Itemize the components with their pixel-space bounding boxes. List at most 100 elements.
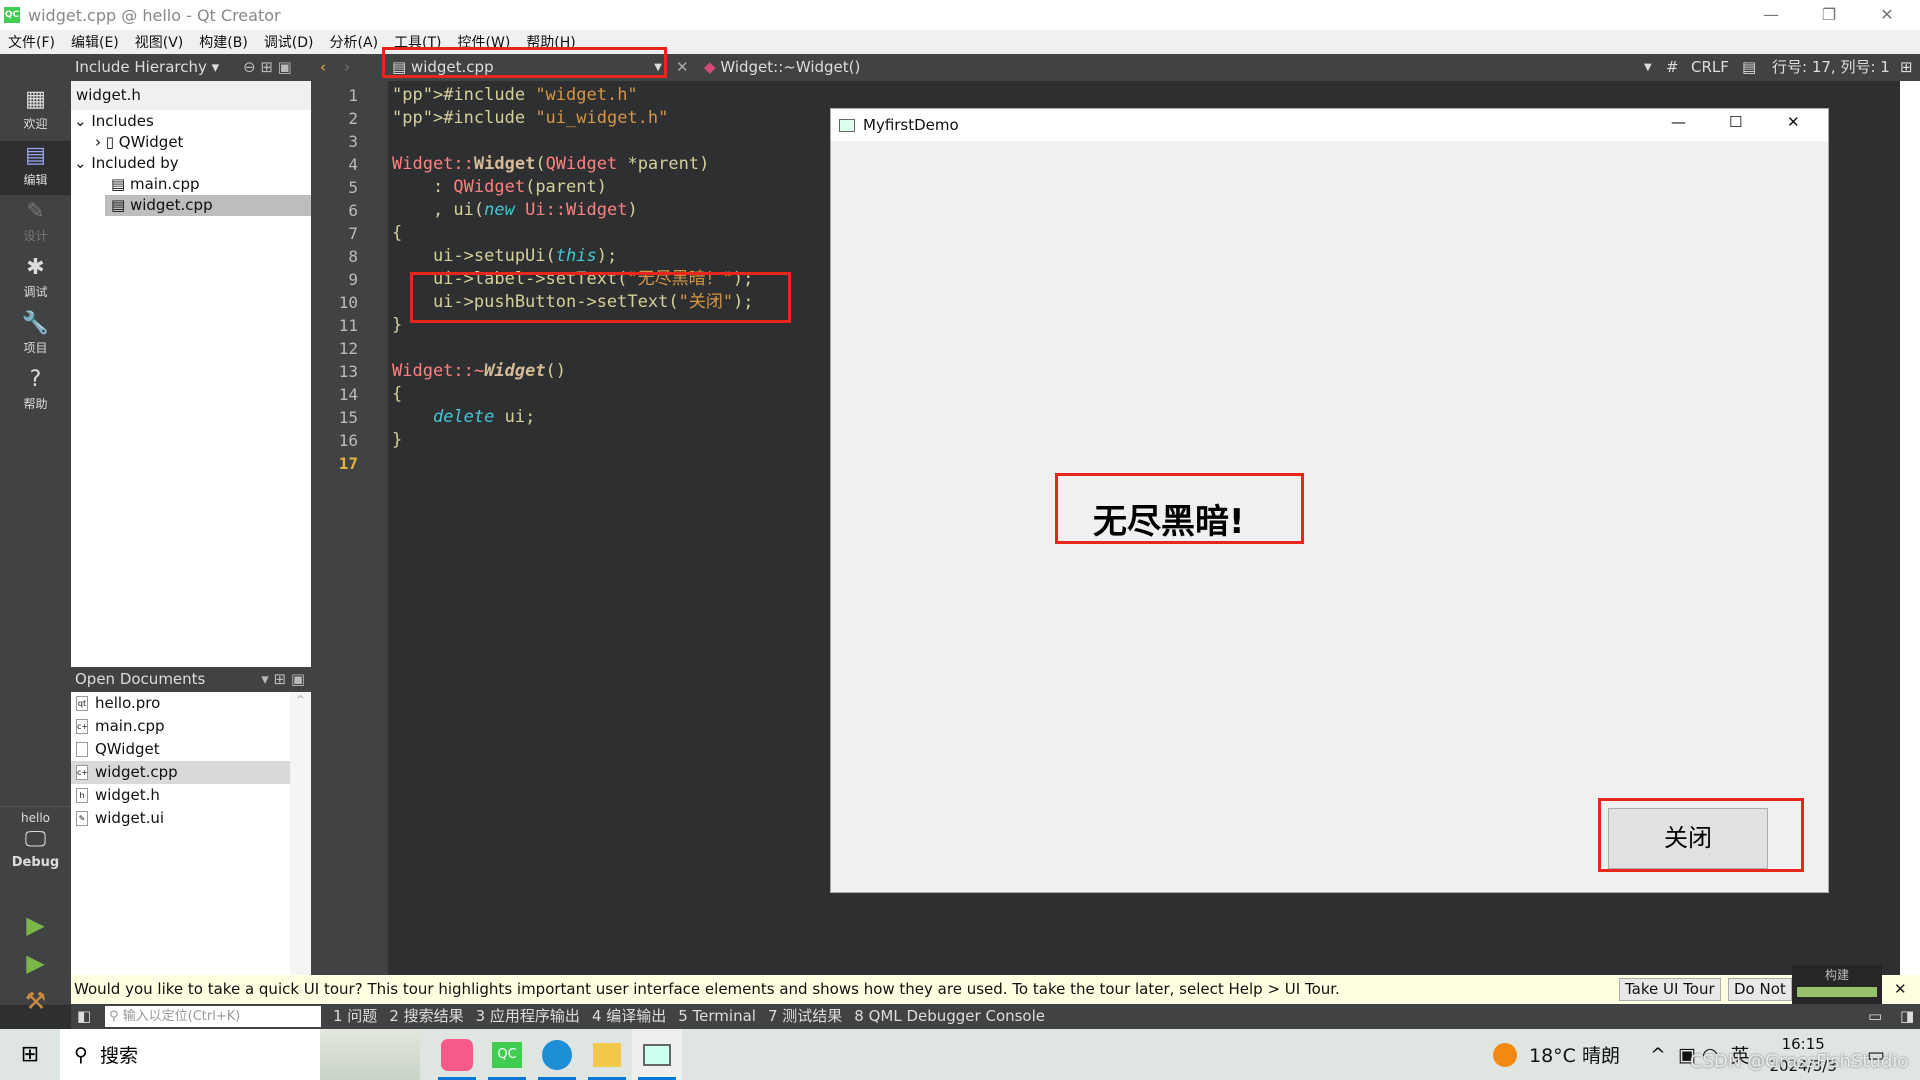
open-documents-list: ⌃ qt hello.pro c+ main.cpp QWidget c+ widget.c… <box>71 692 311 975</box>
highlight-box-tab <box>382 47 667 78</box>
run-button[interactable]: ▶ <box>0 911 71 945</box>
mode-help[interactable]: ? 帮助 <box>0 365 71 419</box>
progress-toggle-icon[interactable]: ▭ <box>1868 1004 1882 1029</box>
menu-item[interactable]: 视图(V) <box>127 32 192 52</box>
line-ending[interactable]: CRLF <box>1691 54 1729 81</box>
symbol-selector[interactable]: ◆ Widget::~Widget() <box>704 54 860 81</box>
code-line[interactable]: "pp">#include "widget.h" <box>392 84 638 107</box>
taskbar-myfirstdemo[interactable] <box>632 1029 682 1080</box>
code-line[interactable]: delete ui; <box>392 406 535 429</box>
mode-selector: ▦ 欢迎 ▤ 编辑 ✎ 设计 ✱ 调试 🔧 项目? 帮助 hello 🖵 Debug ▶ ▶ ⚒ <box>0 81 71 1015</box>
hash-indicator: # <box>1666 58 1679 76</box>
forward-icon[interactable]: › <box>344 54 350 81</box>
tour-message: Would you like to take a quick UI tour? … <box>74 980 1340 998</box>
code-line[interactable]: { <box>392 383 402 406</box>
code-line[interactable]: } <box>392 314 402 337</box>
taskbar-explorer[interactable] <box>582 1029 632 1080</box>
code-line[interactable]: { <box>392 222 402 245</box>
open-document-item[interactable]: QWidget <box>71 738 290 761</box>
tree-item[interactable]: ▤ main.cpp <box>71 174 311 195</box>
taskbar-edge[interactable] <box>532 1029 582 1080</box>
open-document-item[interactable]: h widget.h <box>71 784 290 807</box>
code-line[interactable]: , ui(new Ui::Widget) <box>392 199 638 222</box>
output-tab[interactable]: 2 搜索结果 <box>389 1007 463 1025</box>
output-tab[interactable]: 3 应用程序输出 <box>476 1007 580 1025</box>
output-tab[interactable]: 1 问题 <box>333 1007 377 1025</box>
demo-close-button[interactable]: ✕ <box>1787 113 1800 131</box>
close-button[interactable]: ✕ <box>1858 0 1916 30</box>
close-tour-icon[interactable]: ✕ <box>1894 975 1907 1004</box>
encoding-icon[interactable]: ▤ <box>1742 54 1756 81</box>
start-button[interactable]: ⊞ <box>0 1029 60 1080</box>
mode-grid[interactable]: ▦ 欢迎 <box>0 85 71 139</box>
mode-pencil[interactable]: ✎ 设计 <box>0 197 71 251</box>
open-document-item[interactable]: c+ widget.cpp <box>71 761 290 784</box>
toggle-output-icon[interactable]: ◨ <box>1900 1004 1914 1029</box>
code-line[interactable]: Widget::Widget(QWidget *parent) <box>392 153 709 176</box>
panel-selector[interactable]: Include Hierarchy ▾ <box>75 54 219 81</box>
monitor-icon: 🖵 <box>24 827 47 852</box>
tree-includes[interactable]: ⌄ Includes <box>71 111 311 132</box>
toggle-sidebar-icon[interactable]: ◧ <box>77 1004 91 1029</box>
menu-item[interactable]: 分析(A) <box>322 32 387 52</box>
highlight-box-code <box>410 272 791 323</box>
open-document-item[interactable]: c+ main.cpp <box>71 715 290 738</box>
debug-run-button[interactable]: ▶ <box>0 949 71 983</box>
code-line[interactable]: Widget::~Widget() <box>392 360 566 383</box>
output-tabs: 1 问题 2 搜索结果 3 应用程序输出 4 编译输出 5 Terminal 7 测试结果… <box>333 1004 1057 1029</box>
open-document-item[interactable]: ✎ widget.ui <box>71 807 290 830</box>
mode-wrench[interactable]: 🔧 项目 <box>0 309 71 363</box>
search-highlight-image <box>320 1029 420 1080</box>
output-tab[interactable]: 4 编译输出 <box>592 1007 666 1025</box>
line-number: 14 <box>338 385 358 404</box>
menu-bar: 文件(F) 编辑(E) 视图(V) 构建(B) 调试(D) 分析(A) 工具(T) 控件(W)… <box>0 30 1920 54</box>
do-not-button[interactable]: Do Not <box>1728 978 1792 1001</box>
line-number: 16 <box>338 431 358 450</box>
symbol-dropdown-icon[interactable]: ▼ <box>1644 54 1652 81</box>
code-line[interactable]: "pp">#include "ui_widget.h" <box>392 107 668 130</box>
file-icon <box>76 742 88 757</box>
help-icon: ? <box>29 367 42 392</box>
weather-text[interactable]: 18°C 晴朗 <box>1529 1041 1620 1068</box>
code-line[interactable]: } <box>392 429 402 452</box>
menu-item[interactable]: 构建(B) <box>191 32 256 52</box>
tree-included-by[interactable]: ⌄ Included by <box>71 153 311 174</box>
locator-input[interactable]: ⚲ 输入以定位(Ctrl+K) <box>105 1006 321 1027</box>
split-icon[interactable]: ⊞ <box>1900 54 1913 81</box>
mode-bug[interactable]: ✱ 调试 <box>0 253 71 307</box>
editor-scrollbar[interactable] <box>1900 81 1920 975</box>
weather-icon[interactable] <box>1493 1042 1517 1067</box>
demo-minimize-button[interactable]: — <box>1671 113 1686 131</box>
line-number: 15 <box>338 408 358 427</box>
kit-selector[interactable]: hello 🖵 Debug <box>0 806 71 886</box>
code-line[interactable]: ui->setupUi(this); <box>392 245 617 268</box>
code-line[interactable]: : QWidget(parent) <box>392 176 607 199</box>
demo-window: MyfirstDemo — ☐ ✕ 无尽黑暗! 关闭 <box>830 108 1829 893</box>
demo-maximize-button[interactable]: ☐ <box>1729 113 1742 131</box>
taskbar-bilibili[interactable] <box>432 1029 482 1080</box>
taskbar-search[interactable]: ⚲ 搜索 <box>60 1029 320 1080</box>
output-tab[interactable]: 8 QML Debugger Console <box>854 1007 1045 1025</box>
menu-item[interactable]: 编辑(E) <box>63 32 127 52</box>
output-tab[interactable]: 7 测试结果 <box>768 1007 842 1025</box>
output-tab[interactable]: 5 Terminal <box>678 1007 756 1025</box>
scrollbar[interactable]: ⌃ <box>290 692 311 975</box>
minimize-button[interactable]: — <box>1742 0 1800 30</box>
tray-expand-icon[interactable]: ^ <box>1650 1044 1666 1066</box>
menu-item[interactable]: 调试(D) <box>256 32 322 52</box>
restore-button[interactable]: ❐ <box>1800 0 1858 30</box>
link-icon[interactable]: ⊖ ⊞ ▣ <box>243 54 292 81</box>
cursor-position[interactable]: 行号: 17, 列号: 1 <box>1772 54 1890 81</box>
close-file-icon[interactable]: ✕ <box>676 54 689 81</box>
open-document-item[interactable]: qt hello.pro <box>71 692 290 715</box>
build-button[interactable]: ⚒ <box>0 987 71 1021</box>
tree-item-selected[interactable]: ▤ widget.cpp <box>105 195 311 216</box>
mode-edit[interactable]: ▤ 编辑 <box>0 141 71 195</box>
panel-controls[interactable]: ▾ ⊞ ▣ <box>261 667 305 692</box>
back-icon[interactable]: ‹ <box>320 54 326 81</box>
pencil-icon: ✎ <box>26 199 45 224</box>
menu-item[interactable]: 文件(F) <box>0 32 63 52</box>
taskbar-qtcreator[interactable]: QC <box>482 1029 532 1080</box>
tree-item[interactable]: › ▯ QWidget <box>71 132 311 153</box>
take-tour-button[interactable]: Take UI Tour <box>1619 978 1721 1001</box>
